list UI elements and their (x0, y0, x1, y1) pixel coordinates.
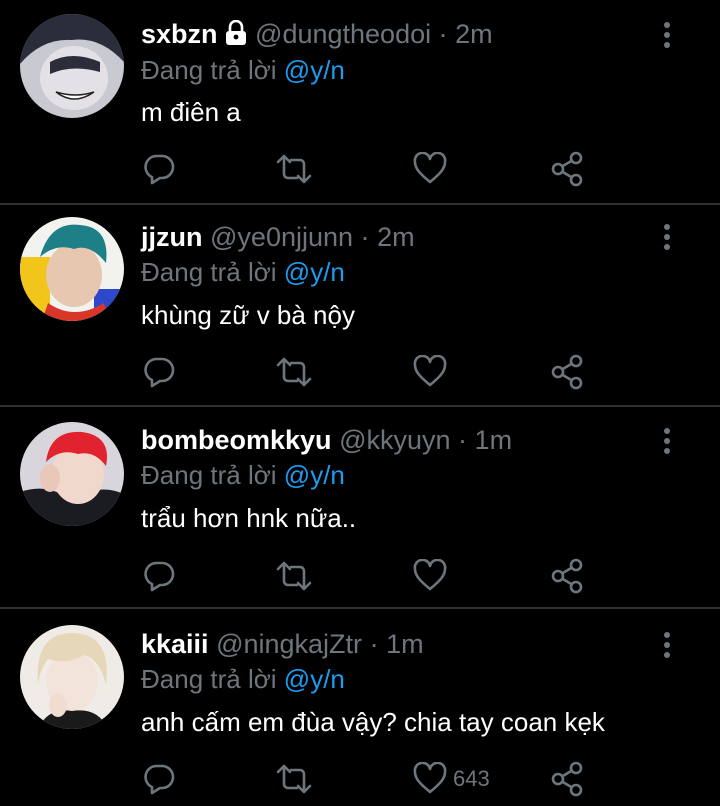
more-vertical-icon[interactable] (655, 20, 679, 50)
avatar[interactable] (20, 217, 124, 321)
display-name[interactable]: kkaiii (141, 629, 209, 659)
mention-link[interactable]: @y/n (284, 460, 345, 490)
tweet-text: khùng zữ v bà nộy (141, 300, 355, 330)
tweet-text: anh cấm em đùa vậy? chia tay coan kẹk (141, 707, 605, 737)
reply-icon (144, 764, 175, 795)
avatar[interactable] (20, 422, 124, 526)
timestamp[interactable]: 1m (475, 425, 513, 455)
share-icon (551, 558, 583, 594)
replying-to: Đang trả lời @y/n (141, 257, 345, 287)
replying-to-label: Đang trả lời (141, 257, 277, 287)
more-vertical-icon[interactable] (655, 222, 679, 252)
share-button[interactable] (550, 759, 584, 799)
separator-dot: · (369, 629, 379, 659)
like-button[interactable] (413, 149, 453, 189)
reply-icon (144, 561, 175, 592)
retweet-icon (276, 561, 312, 591)
separator-dot: · (438, 19, 448, 49)
timestamp[interactable]: 2m (455, 19, 493, 49)
mention-link[interactable]: @y/n (284, 664, 345, 694)
reply-icon (144, 154, 175, 185)
timestamp[interactable]: 1m (386, 629, 424, 659)
replying-to-label: Đang trả lời (141, 55, 277, 85)
share-button[interactable] (550, 352, 584, 392)
retweet-icon (276, 154, 312, 184)
heart-icon (413, 559, 447, 591)
timestamp[interactable]: 2m (377, 222, 415, 252)
retweet-button[interactable] (275, 556, 313, 596)
user-handle[interactable]: @ye0njjunn (210, 222, 353, 252)
retweet-button[interactable] (275, 352, 313, 392)
heart-icon (413, 762, 447, 794)
reply-feed: sxbzn @dungtheodoi · 2m Đang trả lời @y/… (0, 0, 720, 806)
reply-button[interactable] (142, 556, 176, 596)
share-icon (551, 151, 583, 187)
separator-dot: · (458, 425, 468, 455)
tweet-card[interactable]: kkaiii @ningkajZtr · 1m Đang trả lời @y/… (0, 609, 720, 806)
share-button[interactable] (550, 149, 584, 189)
replying-to-label: Đang trả lời (141, 664, 277, 694)
replying-to: Đang trả lời @y/n (141, 55, 345, 85)
like-button[interactable] (413, 556, 453, 596)
retweet-icon (276, 764, 312, 794)
tweet-header: jjzun @ye0njjunn · 2m (141, 221, 415, 253)
reply-button[interactable] (142, 759, 176, 799)
display-name[interactable]: bombeomkkyu (141, 425, 332, 455)
retweet-button[interactable] (275, 149, 313, 189)
like-count: 643 (453, 766, 490, 791)
avatar[interactable] (20, 625, 124, 729)
user-handle[interactable]: @ningkajZtr (216, 629, 362, 659)
avatar[interactable] (20, 14, 124, 118)
user-handle[interactable]: @kkyuyn (339, 425, 450, 455)
like-button[interactable] (413, 352, 453, 392)
like-button[interactable]: 643 (413, 759, 490, 799)
tweet-text: trẩu hơn hnk nữa.. (141, 503, 357, 533)
reply-button[interactable] (142, 149, 176, 189)
lock-icon (224, 19, 248, 53)
heart-icon (413, 355, 447, 387)
mention-link[interactable]: @y/n (284, 55, 345, 85)
heart-icon (413, 152, 447, 184)
reply-button[interactable] (142, 352, 176, 392)
tweet-card[interactable]: jjzun @ye0njjunn · 2m Đang trả lời @y/n … (0, 205, 720, 405)
share-icon (551, 354, 583, 390)
display-name[interactable]: sxbzn (141, 19, 218, 49)
tweet-card[interactable]: bombeomkkyu @kkyuyn · 1m Đang trả lời @y… (0, 407, 720, 607)
user-handle[interactable]: @dungtheodoi (255, 19, 431, 49)
retweet-button[interactable] (275, 759, 313, 799)
reply-icon (144, 357, 175, 388)
replying-to: Đang trả lời @y/n (141, 664, 345, 694)
replying-to: Đang trả lời @y/n (141, 460, 345, 490)
tweet-header: bombeomkkyu @kkyuyn · 1m (141, 424, 512, 456)
share-button[interactable] (550, 556, 584, 596)
tweet-header: kkaiii @ningkajZtr · 1m (141, 628, 424, 660)
mention-link[interactable]: @y/n (284, 257, 345, 287)
share-icon (551, 761, 583, 797)
replying-to-label: Đang trả lời (141, 460, 277, 490)
separator-dot: · (360, 222, 370, 252)
display-name[interactable]: jjzun (141, 222, 203, 252)
tweet-header: sxbzn @dungtheodoi · 2m (141, 18, 493, 53)
retweet-icon (276, 357, 312, 387)
tweet-card[interactable]: sxbzn @dungtheodoi · 2m Đang trả lời @y/… (0, 0, 720, 203)
more-vertical-icon[interactable] (655, 426, 679, 456)
more-vertical-icon[interactable] (655, 630, 679, 660)
tweet-text: m điên a (141, 97, 241, 127)
